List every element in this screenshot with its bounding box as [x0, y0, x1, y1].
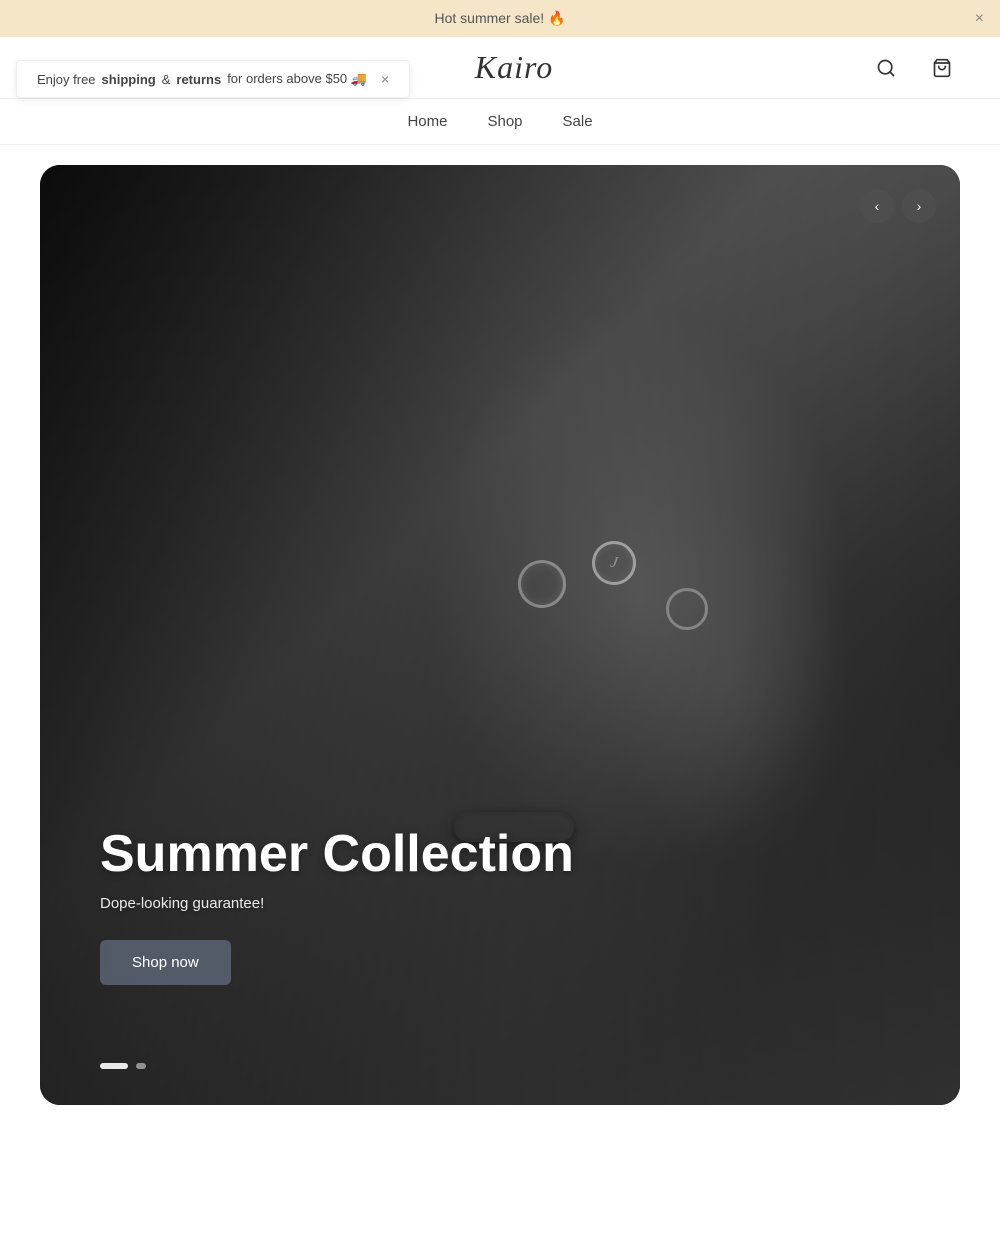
shipping-banner: Enjoy free shipping & returns for orders…	[16, 60, 410, 98]
shipping-text-mid: &	[162, 72, 171, 87]
shipping-banner-close-button[interactable]: ×	[381, 71, 389, 87]
shipping-bold-returns: returns	[176, 72, 221, 87]
hero-content: Summer Collection Dope-looking guarantee…	[100, 826, 574, 985]
hero-title: Summer Collection	[100, 826, 574, 883]
hero-wrapper: ‹ › Summer Collection Dope-looking guara…	[0, 145, 1000, 1145]
next-slide-button[interactable]: ›	[902, 189, 936, 223]
hero-subtitle: Dope-looking guarantee!	[100, 895, 574, 912]
announcement-text: Hot summer sale! 🔥	[434, 10, 565, 27]
shipping-text-suffix: for orders above $50 🚚	[227, 71, 367, 87]
main-nav: Home Shop Sale	[0, 99, 1000, 145]
announcement-close-button[interactable]: ×	[975, 11, 984, 27]
announcement-bar: Hot summer sale! 🔥 ×	[0, 0, 1000, 37]
search-button[interactable]	[868, 50, 904, 86]
bag-icon	[932, 58, 952, 78]
nav-item-shop[interactable]: Shop	[487, 113, 522, 130]
cart-button[interactable]	[924, 50, 960, 86]
header-actions	[868, 50, 960, 86]
slider-arrows: ‹ ›	[860, 189, 936, 223]
nav-item-home[interactable]: Home	[407, 113, 447, 130]
search-icon	[876, 58, 896, 78]
prev-slide-button[interactable]: ‹	[860, 189, 894, 223]
shipping-bold-shipping: shipping	[102, 72, 156, 87]
site-logo: Kairo	[475, 49, 554, 86]
slide-dot-2[interactable]	[136, 1063, 146, 1069]
shop-now-button[interactable]: Shop now	[100, 940, 231, 985]
shipping-text-prefix: Enjoy free	[37, 72, 96, 87]
hero-slider: ‹ › Summer Collection Dope-looking guara…	[40, 165, 960, 1105]
nav-item-sale[interactable]: Sale	[563, 113, 593, 130]
slider-dots	[100, 1063, 146, 1069]
slide-dot-1[interactable]	[100, 1063, 128, 1069]
